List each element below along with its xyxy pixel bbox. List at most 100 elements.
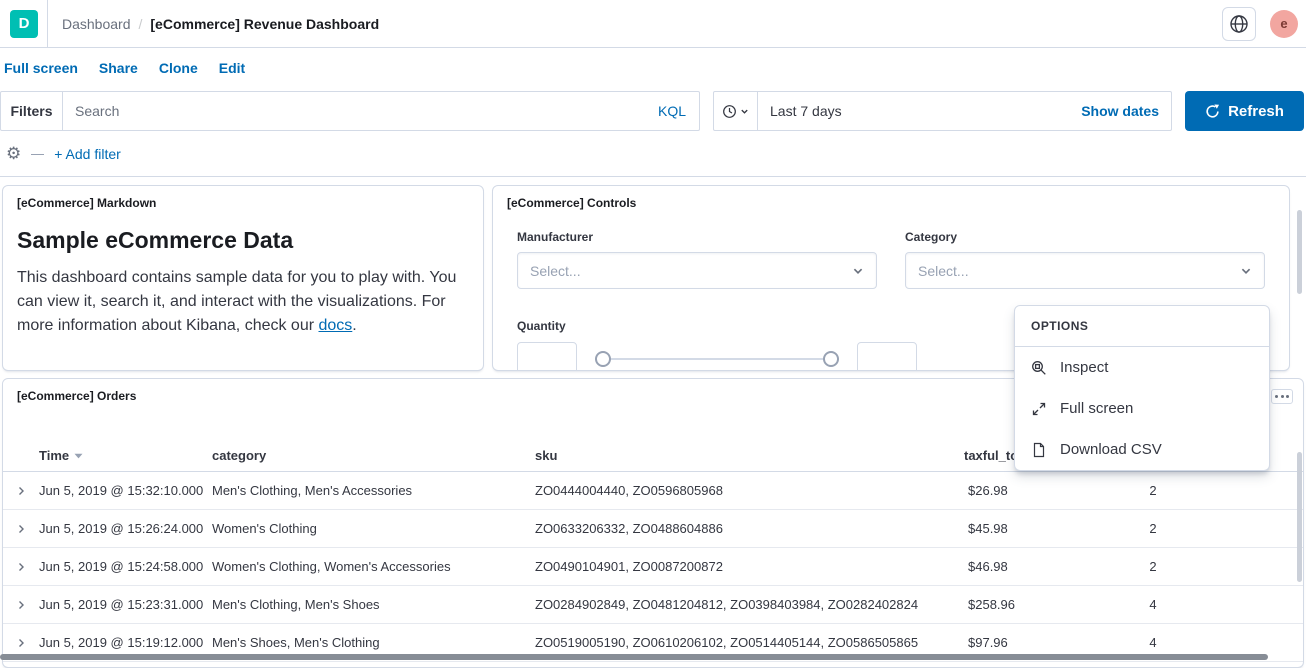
- panel-options-menu: OPTIONS Inspect Full screen Download CSV: [1014, 305, 1270, 471]
- header-divider: [47, 0, 48, 47]
- slider-handle-max[interactable]: [823, 351, 839, 367]
- quantity-control: Quantity 0 4: [517, 319, 917, 371]
- sort-down-icon: [74, 453, 83, 459]
- slider-handle-min[interactable]: [595, 351, 611, 367]
- cell-time: Jun 5, 2019 @ 15:24:58.000: [39, 559, 212, 574]
- cell-time: Jun 5, 2019 @ 15:32:10.000: [39, 483, 212, 498]
- cell-taxful-total: $45.98: [964, 521, 1108, 536]
- cell-quantity: 2: [1108, 521, 1198, 536]
- globe-icon: [1229, 14, 1249, 34]
- menu-item-label: Inspect: [1060, 359, 1108, 376]
- ellipsis-icon: [1281, 395, 1284, 398]
- refresh-button[interactable]: Refresh: [1185, 91, 1304, 131]
- refresh-icon: [1205, 104, 1220, 119]
- add-filter-button[interactable]: + Add filter: [54, 146, 121, 162]
- cell-taxful-total: $26.98: [964, 483, 1108, 498]
- space-avatar[interactable]: D: [10, 10, 38, 38]
- menu-item-download-csv[interactable]: Download CSV: [1015, 429, 1269, 470]
- vertical-scrollbar-thumb[interactable]: [1297, 452, 1302, 582]
- breadcrumb-separator: /: [139, 16, 143, 32]
- table-row: Jun 5, 2019 @ 15:23:31.000 Men's Clothin…: [3, 586, 1303, 624]
- time-range-display[interactable]: Last 7 days: [758, 103, 842, 119]
- document-icon: [1031, 442, 1047, 458]
- menu-item-label: Full screen: [1060, 400, 1133, 417]
- query-bar: Filters KQL Last 7 days Show dates: [0, 91, 1306, 131]
- cell-category: Women's Clothing, Women's Accessories: [212, 559, 535, 574]
- filter-bar: ⚙ + Add filter: [0, 141, 121, 167]
- category-select[interactable]: Select...: [905, 252, 1265, 289]
- horizontal-scrollbar-thumb[interactable]: [0, 654, 1268, 660]
- kql-button[interactable]: KQL: [645, 103, 699, 119]
- markdown-text: This dashboard contains sample data for …: [17, 269, 456, 334]
- cell-taxful-total: $46.98: [964, 559, 1108, 574]
- cell-quantity: 4: [1108, 597, 1198, 612]
- page-title: [eCommerce] Revenue Dashboard: [150, 16, 379, 32]
- quantity-label: Quantity: [517, 319, 917, 333]
- vertical-scrollbar-thumb[interactable]: [1297, 210, 1302, 294]
- column-header-sku[interactable]: sku: [535, 448, 964, 463]
- column-header-category[interactable]: category: [212, 448, 535, 463]
- cell-sku: ZO0444004440, ZO0596805968: [535, 483, 964, 498]
- panel-options-button[interactable]: [1271, 389, 1293, 404]
- markdown-text-end: .: [352, 317, 356, 334]
- markdown-panel: [eCommerce] Markdown Sample eCommerce Da…: [2, 185, 484, 371]
- cell-sku: ZO0490104901, ZO0087200872: [535, 559, 964, 574]
- manufacturer-select[interactable]: Select...: [517, 252, 877, 289]
- clock-icon: [722, 104, 737, 119]
- cell-category: Men's Clothing, Men's Shoes: [212, 597, 535, 612]
- expand-row-button[interactable]: [3, 637, 39, 649]
- expand-row-button[interactable]: [3, 523, 39, 535]
- show-dates-button[interactable]: Show dates: [1081, 103, 1171, 119]
- cell-time: Jun 5, 2019 @ 15:23:31.000: [39, 597, 212, 612]
- cell-category: Men's Clothing, Men's Accessories: [212, 483, 535, 498]
- cell-quantity: 4: [1108, 635, 1198, 650]
- search-group: Filters KQL: [0, 91, 700, 131]
- quantity-min-input[interactable]: [517, 342, 577, 372]
- expand-row-button[interactable]: [3, 599, 39, 611]
- clone-link[interactable]: Clone: [159, 60, 198, 76]
- docs-link[interactable]: docs: [319, 317, 353, 334]
- menu-item-label: Download CSV: [1060, 441, 1162, 458]
- filters-button[interactable]: Filters: [1, 92, 63, 130]
- controls-panel-title: [eCommerce] Controls: [493, 186, 1289, 210]
- breadcrumb-dashboard-link[interactable]: Dashboard: [62, 16, 131, 32]
- expand-row-button[interactable]: [3, 561, 39, 573]
- cell-category: Men's Shoes, Men's Clothing: [212, 635, 535, 650]
- cell-taxful-total: $97.96: [964, 635, 1108, 650]
- section-divider: [0, 176, 1306, 177]
- markdown-heading: Sample eCommerce Data: [17, 227, 469, 254]
- slider-track: [595, 358, 839, 360]
- cell-time: Jun 5, 2019 @ 15:26:24.000: [39, 521, 212, 536]
- markdown-panel-title: [eCommerce] Markdown: [3, 186, 483, 210]
- inspect-icon: [1031, 360, 1047, 376]
- table-row: Jun 5, 2019 @ 15:32:10.000 Men's Clothin…: [3, 472, 1303, 510]
- menu-item-inspect[interactable]: Inspect: [1015, 347, 1269, 388]
- quantity-max-input[interactable]: [857, 342, 917, 372]
- cell-sku: ZO0284902849, ZO0481204812, ZO0398403984…: [535, 597, 964, 612]
- date-picker: Last 7 days Show dates: [713, 91, 1172, 131]
- full-screen-link[interactable]: Full screen: [4, 60, 78, 76]
- chevron-down-icon: [1240, 265, 1252, 277]
- gear-icon[interactable]: ⚙: [6, 146, 21, 163]
- deployment-button[interactable]: [1222, 7, 1256, 41]
- controls-grid: Manufacturer Select... Category Select..…: [493, 210, 1289, 289]
- filter-separator: [31, 154, 44, 155]
- options-menu-title: OPTIONS: [1015, 306, 1269, 347]
- breadcrumb: Dashboard / [eCommerce] Revenue Dashboar…: [62, 16, 379, 32]
- refresh-label: Refresh: [1228, 103, 1284, 120]
- category-label: Category: [905, 230, 1265, 244]
- menu-item-full-screen[interactable]: Full screen: [1015, 388, 1269, 429]
- orders-panel-title: [eCommerce] Orders: [17, 389, 136, 403]
- chevron-down-icon: [740, 107, 749, 116]
- user-avatar[interactable]: e: [1270, 10, 1298, 38]
- share-link[interactable]: Share: [99, 60, 138, 76]
- top-header: D Dashboard / [eCommerce] Revenue Dashbo…: [0, 0, 1306, 48]
- quantity-slider[interactable]: 0 4: [595, 341, 839, 371]
- expand-row-button[interactable]: [3, 485, 39, 497]
- cell-quantity: 2: [1108, 559, 1198, 574]
- quick-select-button[interactable]: [714, 92, 758, 130]
- column-header-time[interactable]: Time: [39, 448, 212, 463]
- cell-quantity: 2: [1108, 483, 1198, 498]
- edit-link[interactable]: Edit: [219, 60, 245, 76]
- search-input[interactable]: [63, 92, 645, 130]
